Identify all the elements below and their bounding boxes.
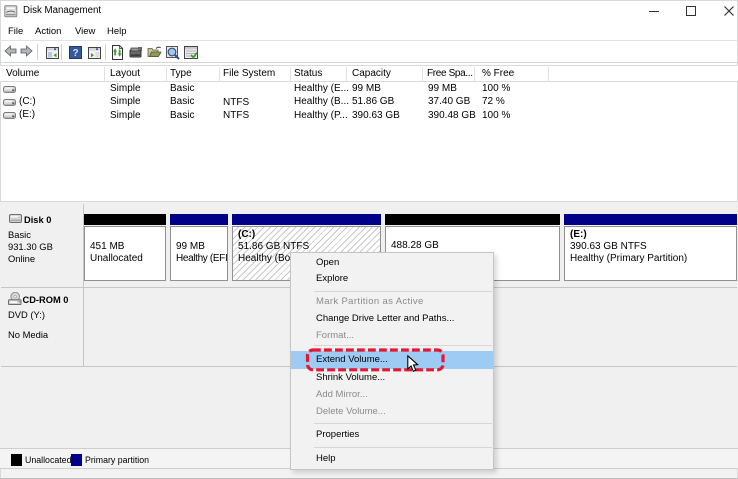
svg-text:?: ? xyxy=(72,48,78,59)
